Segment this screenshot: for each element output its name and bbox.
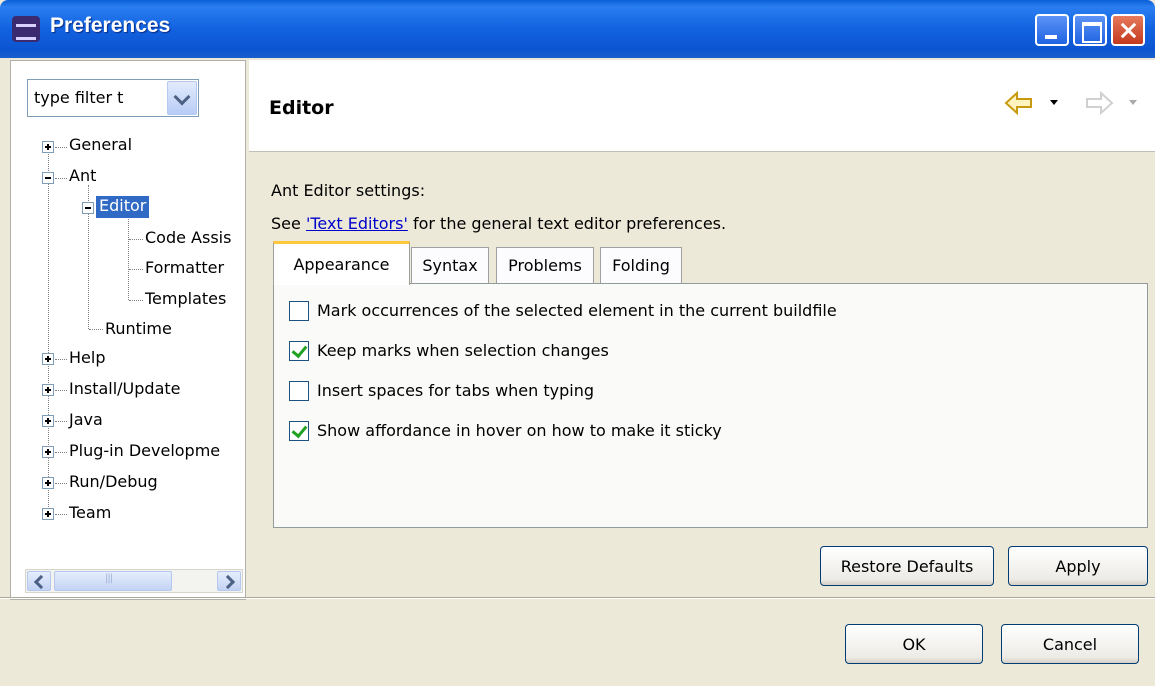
tree-item-help[interactable]: Help <box>69 348 105 370</box>
minimize-button[interactable] <box>1035 14 1069 46</box>
cancel-button[interactable]: Cancel <box>1001 624 1139 664</box>
expand-general-icon[interactable] <box>42 141 54 153</box>
eclipse-app-icon <box>12 16 40 42</box>
tree-horizontal-scrollbar[interactable] <box>25 569 243 593</box>
see-suffix: for the general text editor preferences. <box>407 214 727 233</box>
tab-folding[interactable]: Folding <box>600 247 682 284</box>
text-editors-link[interactable]: 'Text Editors' <box>306 214 408 233</box>
tree-item-ant[interactable]: Ant <box>69 166 96 188</box>
window-title: Preferences <box>50 14 171 37</box>
dialog-separator <box>0 597 1155 599</box>
tree-item-plugin-development[interactable]: Plug-in Developme <box>69 441 220 463</box>
settings-label: Ant Editor settings: <box>271 181 426 200</box>
insert-spaces-checkbox[interactable] <box>289 381 309 401</box>
filter-combo[interactable]: type filter t <box>27 79 199 117</box>
tab-syntax[interactable]: Syntax <box>411 247 489 284</box>
tree-item-install-update[interactable]: Install/Update <box>69 379 181 401</box>
maximize-button[interactable] <box>1073 14 1107 46</box>
tree-item-run-debug[interactable]: Run/Debug <box>69 472 158 494</box>
tree-item-team[interactable]: Team <box>69 503 111 525</box>
ok-button[interactable]: OK <box>845 624 983 664</box>
expand-team-icon[interactable] <box>42 508 54 520</box>
mark-occurrences-checkbox[interactable] <box>289 301 309 321</box>
tree-item-editor[interactable]: Editor <box>94 195 151 219</box>
restore-defaults-button[interactable]: Restore Defaults <box>820 546 994 586</box>
keep-marks-checkbox[interactable] <box>289 341 309 361</box>
preferences-tree-pane: type filter t General Ant Editor Code As… <box>10 60 246 600</box>
scroll-right-button[interactable] <box>217 571 241 591</box>
tree-item-java[interactable]: Java <box>69 410 103 432</box>
close-button[interactable] <box>1111 14 1145 46</box>
tree-item-runtime[interactable]: Runtime <box>105 319 172 341</box>
page-header: Editor <box>249 60 1155 152</box>
back-history-dropdown-icon[interactable] <box>1050 100 1058 105</box>
insert-spaces-label[interactable]: Insert spaces for tabs when typing <box>317 381 594 400</box>
see-text-editors-line: See 'Text Editors' for the general text … <box>271 214 726 233</box>
expand-plugin-dev-icon[interactable] <box>42 446 54 458</box>
tree-item-templates[interactable]: Templates <box>145 289 226 311</box>
tab-problems-label: Problems <box>508 256 582 275</box>
title-bar: Preferences <box>0 0 1155 58</box>
tree-item-general[interactable]: General <box>69 135 132 157</box>
see-prefix: See <box>271 214 306 233</box>
forward-history-dropdown-icon[interactable] <box>1129 100 1137 105</box>
filter-dropdown-button[interactable] <box>167 81 197 115</box>
tab-appearance[interactable]: Appearance <box>273 241 410 285</box>
apply-button[interactable]: Apply <box>1008 546 1148 586</box>
tab-appearance-label: Appearance <box>293 255 390 274</box>
tab-syntax-label: Syntax <box>422 256 478 275</box>
keep-marks-label[interactable]: Keep marks when selection changes <box>317 341 609 360</box>
forward-arrow-icon[interactable] <box>1084 90 1114 116</box>
appearance-tab-panel: Mark occurrences of the selected element… <box>273 283 1148 528</box>
expand-install-update-icon[interactable] <box>42 384 54 396</box>
back-arrow-icon[interactable] <box>1004 90 1034 116</box>
show-affordance-checkbox[interactable] <box>289 421 309 441</box>
expand-run-debug-icon[interactable] <box>42 477 54 489</box>
collapse-editor-icon[interactable] <box>82 202 94 214</box>
tab-problems[interactable]: Problems <box>496 247 594 284</box>
expand-java-icon[interactable] <box>42 415 54 427</box>
expand-help-icon[interactable] <box>42 353 54 365</box>
filter-input[interactable]: type filter t <box>34 88 123 107</box>
show-affordance-label[interactable]: Show affordance in hover on how to make … <box>317 421 722 440</box>
mark-occurrences-label[interactable]: Mark occurrences of the selected element… <box>317 301 837 320</box>
tree-item-code-assist[interactable]: Code Assis <box>145 228 231 250</box>
tab-folding-label: Folding <box>612 256 670 275</box>
scroll-left-button[interactable] <box>27 571 51 591</box>
tree-item-formatter[interactable]: Formatter <box>145 258 224 280</box>
page-title: Editor <box>269 97 334 119</box>
collapse-ant-icon[interactable] <box>42 172 54 184</box>
scroll-thumb[interactable] <box>54 571 172 591</box>
